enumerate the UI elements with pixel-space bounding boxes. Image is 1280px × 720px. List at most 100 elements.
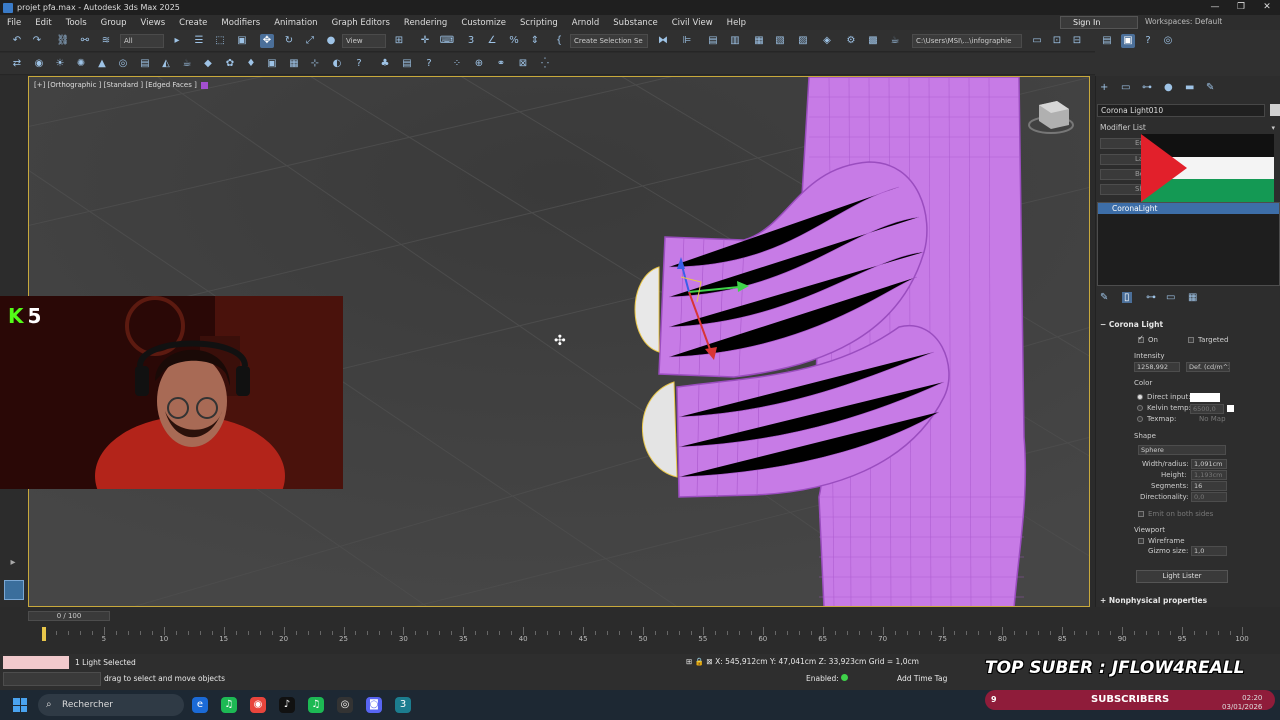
rect-selection-icon[interactable]: ⬚	[213, 34, 227, 48]
tree-icon[interactable]: ♣	[378, 57, 392, 71]
gizmo-size-field[interactable]: 1,0	[1191, 546, 1227, 556]
edge-icon[interactable]: e	[192, 697, 208, 713]
material-icon[interactable]: ◆	[201, 57, 215, 71]
direct-input-radio[interactable]	[1137, 394, 1143, 400]
angle-snap-icon[interactable]: ∠	[485, 34, 499, 48]
render-setup-icon[interactable]: ⚙	[844, 34, 858, 48]
taskbar-clock[interactable]: 02:20 03/01/2026	[1222, 694, 1262, 712]
modify-tab-icon[interactable]: ▭	[1121, 82, 1130, 93]
globe-icon[interactable]: ◉	[32, 57, 46, 71]
ribbon-icon[interactable]: ▦	[752, 34, 766, 48]
segments-field[interactable]: 16	[1191, 481, 1227, 491]
z-coordinate[interactable]: 33,923cm	[829, 657, 867, 666]
lighting-icon[interactable]: ▲	[95, 57, 109, 71]
display-tab-icon[interactable]: ▬	[1185, 82, 1194, 93]
reference-coord-dropdown[interactable]: View	[342, 34, 386, 48]
kelvin-temp-radio[interactable]	[1137, 405, 1143, 411]
decal-icon[interactable]: ▣	[265, 57, 279, 71]
taskbar-search[interactable]: ⌕ Rechercher	[38, 694, 184, 716]
slicer-icon[interactable]: ▦	[287, 57, 301, 71]
save-icon[interactable]: ▤	[1100, 34, 1114, 48]
named-selection-set-dropdown[interactable]: Create Selection Se	[570, 34, 648, 48]
isolate-icon[interactable]: ⊞	[686, 657, 692, 666]
menu-substance[interactable]: Substance	[606, 18, 664, 28]
cloud-icon[interactable]: ◎	[1161, 34, 1175, 48]
3dsmax-taskbar-icon[interactable]: 3	[395, 697, 411, 713]
minimize-button[interactable]: —	[1202, 0, 1228, 15]
tiktok-icon[interactable]: ♪	[279, 697, 295, 713]
project-path-dropdown[interactable]: C:\Users\MSI\...\infographie	[912, 34, 1022, 48]
maxscript-mini-box[interactable]	[3, 672, 101, 686]
spotify-icon[interactable]: ♫	[221, 697, 237, 713]
remove-modifier-icon[interactable]: ▭	[1166, 292, 1175, 303]
x-coordinate[interactable]: 545,912cm	[725, 657, 767, 666]
converter-icon[interactable]: ▤	[138, 57, 152, 71]
link-icon[interactable]: ⛓	[56, 34, 70, 48]
snap-icon[interactable]: ⊕	[472, 57, 486, 71]
expand-arrow-icon[interactable]: ▸	[6, 556, 20, 570]
chrome-icon[interactable]: ◉	[250, 697, 266, 713]
menu-tools[interactable]: Tools	[59, 18, 94, 28]
chain-icon[interactable]: ⚭	[494, 57, 508, 71]
viewport-label[interactable]: [+] [Orthographic ] [Standard ] [Edged F…	[34, 81, 208, 89]
menu-rendering[interactable]: Rendering	[397, 18, 454, 28]
lock-icon[interactable]: 🔒	[695, 657, 704, 666]
teapot-icon[interactable]: ☕	[180, 57, 194, 71]
show-end-result-icon[interactable]: ▯	[1122, 292, 1132, 303]
menu-modifiers[interactable]: Modifiers	[214, 18, 267, 28]
frame-icon[interactable]: ⊠	[516, 57, 530, 71]
keyboard-shortcut-icon[interactable]: ⌨	[440, 34, 454, 48]
curve-editor-icon[interactable]: ▧	[773, 34, 787, 48]
time-slider[interactable]: 0 / 100	[0, 609, 1280, 623]
spotify-2-icon[interactable]: ♫	[308, 697, 324, 713]
windows-start-icon[interactable]	[13, 698, 27, 712]
select-manipulate-icon[interactable]: ✛	[418, 34, 432, 48]
enabled-indicator[interactable]	[841, 674, 849, 681]
redo-icon[interactable]: ↷	[30, 34, 44, 48]
texmap-radio[interactable]	[1137, 416, 1143, 422]
targeted-checkbox[interactable]	[1188, 337, 1194, 343]
project-folder-icon[interactable]: ▭	[1030, 34, 1044, 48]
height-field[interactable]: 1,193cm	[1191, 470, 1227, 480]
width-field[interactable]: 1,091cm	[1191, 459, 1227, 469]
maximize-button[interactable]: ❐	[1228, 0, 1254, 15]
help-icon[interactable]: ?	[1141, 34, 1155, 48]
render-icon[interactable]: ☕	[888, 34, 902, 48]
light-bulb-icon[interactable]: ☀	[53, 57, 67, 71]
nonphysical-rollout[interactable]: + Nonphysical properties	[1100, 596, 1278, 605]
absolute-mode-icon[interactable]: ⊠	[706, 657, 712, 666]
scene-states-icon[interactable]: ⇄	[10, 57, 24, 71]
shape-dropdown[interactable]: Sphere	[1138, 445, 1226, 455]
dots-icon[interactable]: ⁛	[538, 57, 552, 71]
menu-views[interactable]: Views	[134, 18, 173, 28]
selection-filter-dropdown[interactable]: All	[120, 34, 164, 48]
menu-civil-view[interactable]: Civil View	[665, 18, 720, 28]
object-name-field[interactable]: Corona Light010	[1097, 104, 1265, 117]
select-and-place-icon[interactable]: ●	[324, 34, 338, 48]
select-object-icon[interactable]: ▸	[170, 34, 184, 48]
proxy-icon[interactable]: ♦	[244, 57, 258, 71]
light-lister-button[interactable]: Light Lister	[1136, 570, 1228, 583]
camera-icon[interactable]: ◭	[159, 57, 173, 71]
on-checkbox[interactable]	[1138, 334, 1144, 343]
percent-snap-icon[interactable]: %	[507, 34, 521, 48]
layout-icon[interactable]: ⊟	[1070, 34, 1084, 48]
add-time-tag[interactable]: Add Time Tag	[897, 674, 947, 683]
select-by-name-icon[interactable]: ☰	[192, 34, 206, 48]
mirror-icon[interactable]: ⧓	[656, 34, 670, 48]
utilities-tab-icon[interactable]: ✎	[1206, 82, 1214, 93]
emit-both-sides-checkbox[interactable]	[1138, 511, 1144, 517]
undo-icon[interactable]: ↶	[10, 34, 24, 48]
list-icon[interactable]: ▤	[400, 57, 414, 71]
menu-create[interactable]: Create	[172, 18, 214, 28]
make-unique-icon[interactable]: ⊶	[1146, 292, 1156, 303]
spinner-snap-icon[interactable]: ⇕	[528, 34, 542, 48]
schematic-view-icon[interactable]: ▨	[796, 34, 810, 48]
menu-customize[interactable]: Customize	[454, 18, 513, 28]
texmap-button[interactable]: No Map	[1199, 415, 1226, 423]
align-icon[interactable]: ⊫	[680, 34, 694, 48]
intensity-field[interactable]: 1258,992	[1134, 362, 1180, 372]
corona-icon[interactable]: ◎	[116, 57, 130, 71]
motion-tab-icon[interactable]: ●	[1164, 82, 1173, 93]
object-color-button[interactable]	[1270, 104, 1280, 116]
